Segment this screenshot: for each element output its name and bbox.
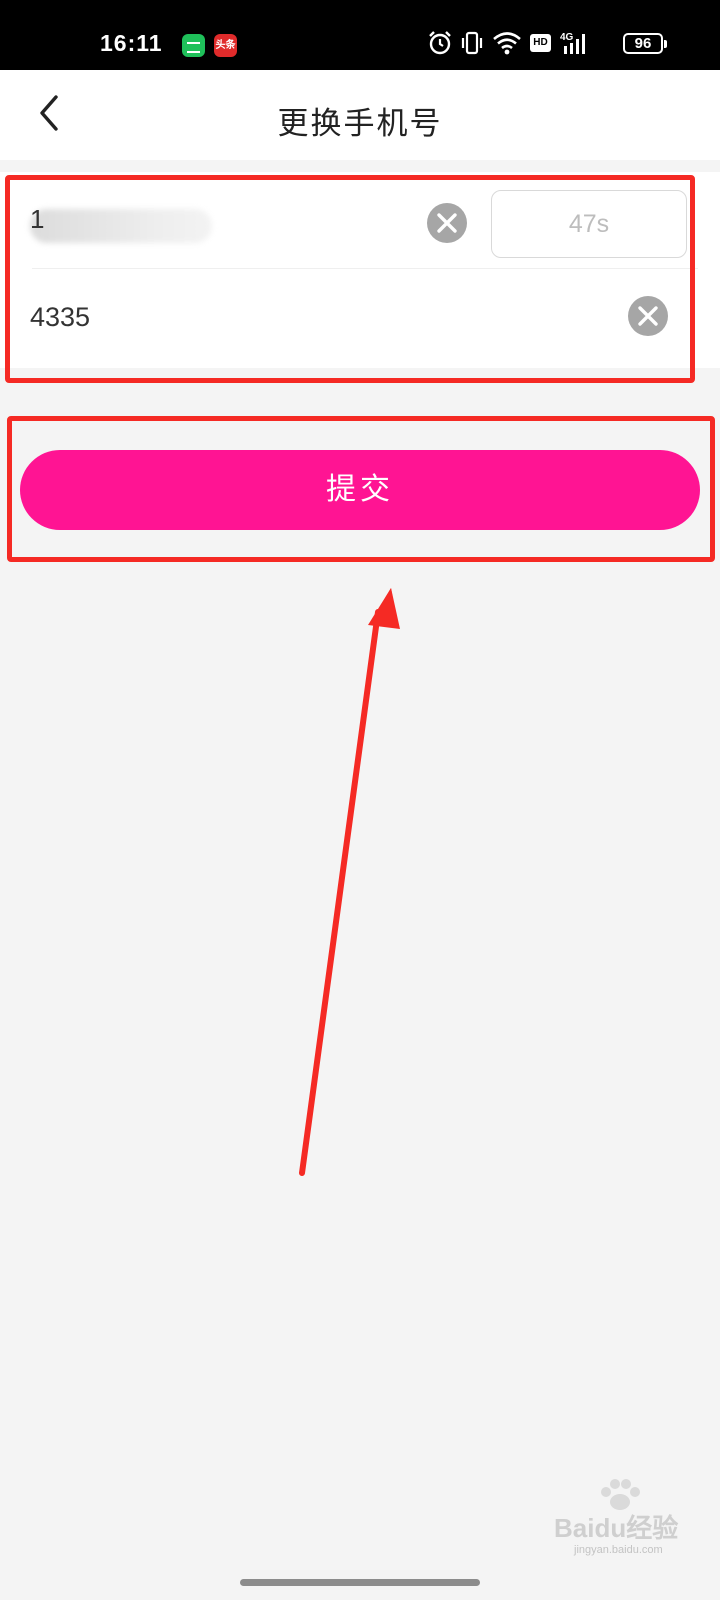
vibrate-icon	[461, 31, 483, 55]
annotation-box-form	[5, 175, 695, 383]
annotation-box-submit	[7, 416, 715, 562]
home-indicator[interactable]	[240, 1579, 480, 1586]
cellular-signal-icon: 4G	[560, 32, 585, 54]
battery-indicator: 96	[623, 33, 667, 54]
status-icons: HD 4G 96	[428, 30, 667, 58]
toutiao-app-icon: 头条	[214, 34, 237, 57]
navigation-bar	[0, 1568, 720, 1600]
wifi-icon	[493, 32, 521, 55]
page-title: 更换手机号	[277, 106, 443, 142]
message-app-icon	[182, 34, 205, 57]
watermark-sub: jingyan.baidu.com	[574, 1544, 663, 1556]
alarm-icon	[429, 31, 451, 55]
watermark-text: Baidu经验	[554, 1513, 679, 1543]
network-type: 4G	[560, 32, 574, 43]
header: 更换手机号	[0, 70, 720, 160]
status-bar: 16:11 头条 HD 4G 96	[0, 0, 720, 70]
hd-badge: HD	[530, 34, 551, 52]
baidu-watermark: Baidu经验 jingyan.baidu.com	[550, 1479, 720, 1568]
status-time: 16:11	[100, 30, 163, 56]
